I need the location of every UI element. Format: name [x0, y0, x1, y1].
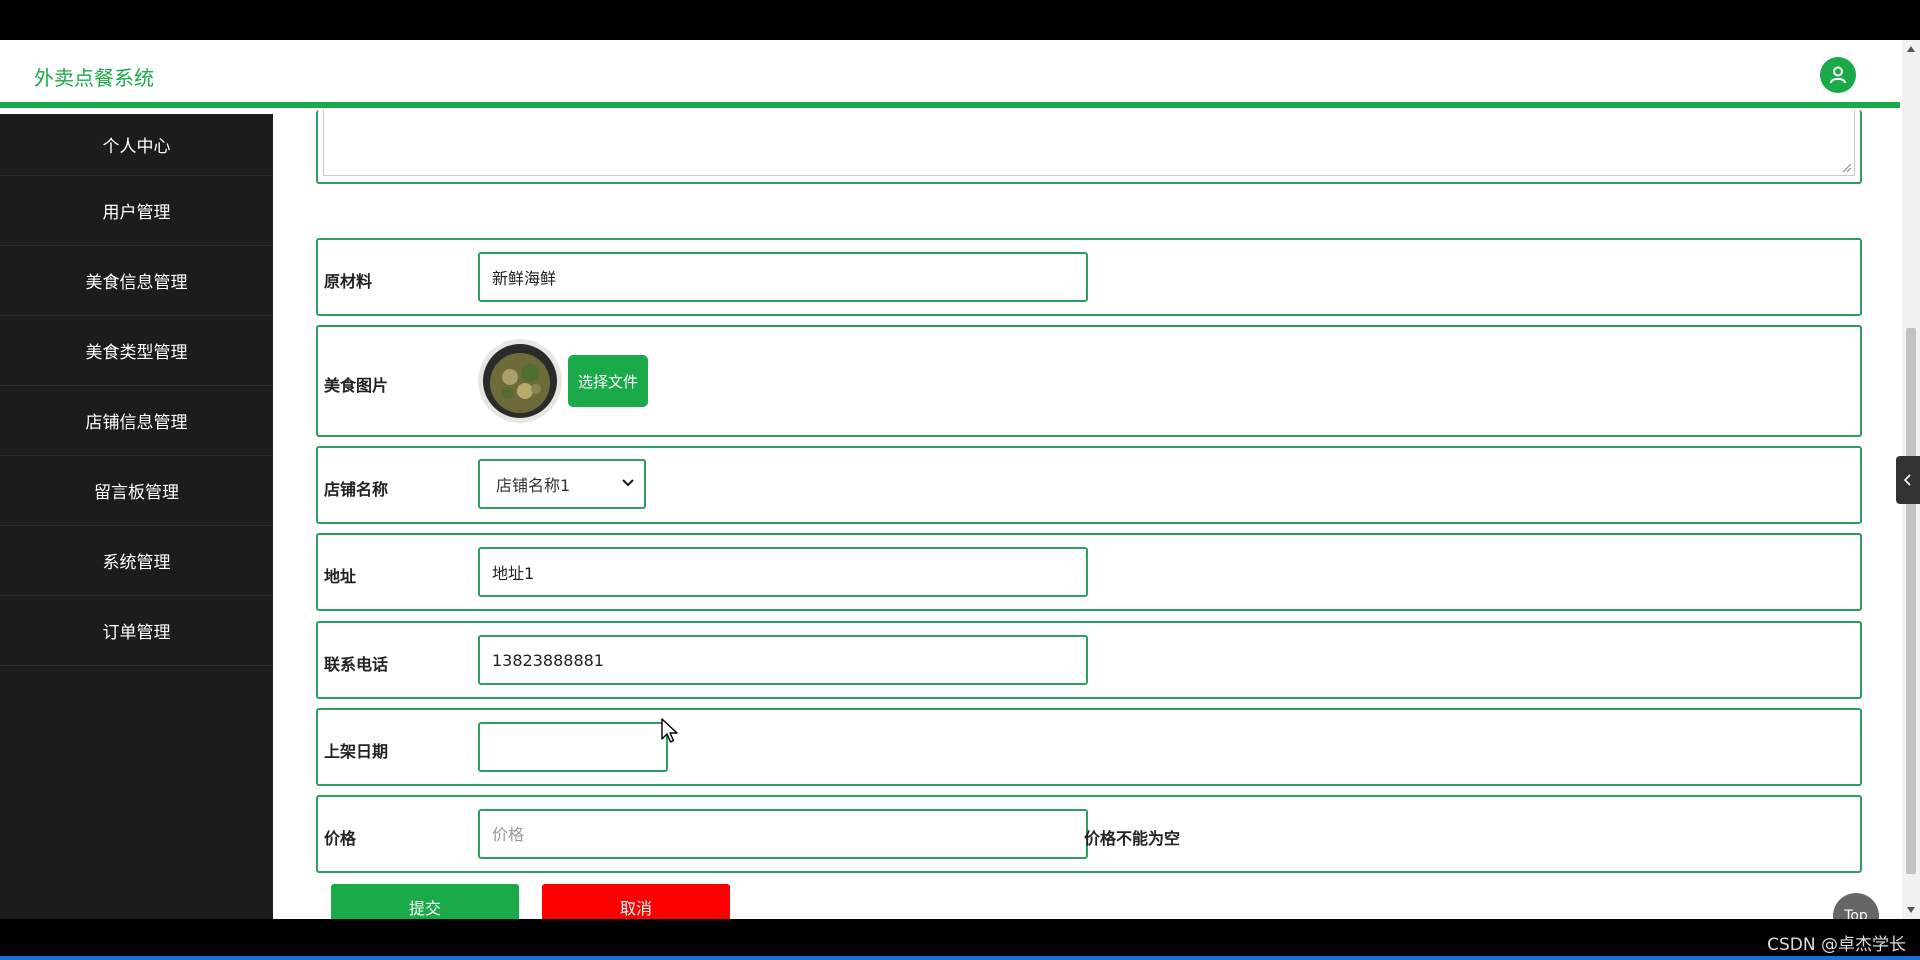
back-to-top-button[interactable]: Top: [1833, 893, 1879, 919]
resize-grip-icon[interactable]: [1840, 161, 1852, 173]
phone-input[interactable]: [478, 635, 1088, 685]
price-error-message: 价格不能为空: [1084, 829, 1181, 848]
shop-name-label: 店铺名称: [324, 480, 389, 499]
bottom-black-bar: [0, 919, 1920, 960]
sidebar-item-food-type-management[interactable]: 美食类型管理: [0, 316, 273, 386]
bottom-progress-line: [0, 956, 1920, 960]
choose-file-button[interactable]: 选择文件: [568, 355, 648, 407]
form-row-description: [316, 110, 1862, 184]
phone-label: 联系电话: [324, 655, 389, 674]
address-input[interactable]: [478, 547, 1088, 597]
sidebar-item-personal-center[interactable]: 个人中心: [0, 114, 273, 176]
submit-button[interactable]: 提交: [331, 884, 519, 919]
sidebar-item-user-management[interactable]: 用户管理: [0, 176, 273, 246]
mouse-cursor-icon: [661, 718, 678, 743]
app-window: 外卖点餐系统 个人中心 用户管理 美食信息管理 美食类型管理 店铺信息管理 留言…: [0, 40, 1902, 919]
scroll-down-arrow-icon[interactable]: [1907, 907, 1915, 913]
sidebar-item-food-info-management[interactable]: 美食信息管理: [0, 246, 273, 316]
sidebar-item-shop-info-management[interactable]: 店铺信息管理: [0, 386, 273, 456]
listing-date-input[interactable]: [478, 722, 668, 772]
form-row-address: 地址: [316, 533, 1862, 611]
listing-date-label: 上架日期: [324, 742, 389, 761]
price-label: 价格: [324, 829, 357, 848]
scroll-up-arrow-icon[interactable]: [1907, 46, 1915, 52]
header: 外卖点餐系统: [0, 40, 1900, 108]
form-row-shop-name: 店铺名称 店铺名称1: [316, 446, 1862, 524]
watermark-text: CSDN @卓杰学长: [1767, 935, 1906, 955]
top-black-bar: [0, 0, 1920, 40]
form-row-listing-date: 上架日期: [316, 708, 1862, 786]
form-row-ingredients: 原材料: [316, 238, 1862, 316]
chevron-down-icon: [622, 479, 634, 487]
cancel-button[interactable]: 取消: [542, 884, 730, 919]
sidebar: 个人中心 用户管理 美食信息管理 美食类型管理 店铺信息管理 留言板管理 系统管…: [0, 114, 273, 919]
app-title: 外卖点餐系统: [34, 66, 154, 90]
scrollbar-thumb[interactable]: [1906, 328, 1916, 874]
sidebar-item-order-management[interactable]: 订单管理: [0, 596, 273, 666]
form-row-food-image: 美食图片 选择文件: [316, 325, 1862, 437]
ingredients-input[interactable]: [478, 252, 1088, 302]
chevron-left-icon: [1903, 474, 1911, 486]
address-label: 地址: [324, 567, 357, 586]
sidebar-item-system-management[interactable]: 系统管理: [0, 526, 273, 596]
food-image-thumbnail: [478, 339, 562, 423]
shop-name-selected-value: 店铺名称1: [496, 476, 571, 495]
user-avatar[interactable]: [1820, 57, 1856, 93]
form-row-phone: 联系电话: [316, 621, 1862, 699]
collapse-panel-button[interactable]: [1896, 456, 1920, 504]
ingredients-label: 原材料: [324, 272, 373, 291]
form-content: 原材料 美食图片 选择文件 店铺名称: [273, 110, 1902, 919]
description-textarea[interactable]: [323, 110, 1855, 176]
user-icon: [1830, 66, 1846, 84]
sidebar-item-message-board-management[interactable]: 留言板管理: [0, 456, 273, 526]
form-row-price: 价格 价格不能为空: [316, 795, 1862, 873]
price-input[interactable]: [478, 809, 1088, 859]
shop-name-select[interactable]: 店铺名称1: [478, 459, 646, 509]
food-image-label: 美食图片: [324, 376, 389, 395]
